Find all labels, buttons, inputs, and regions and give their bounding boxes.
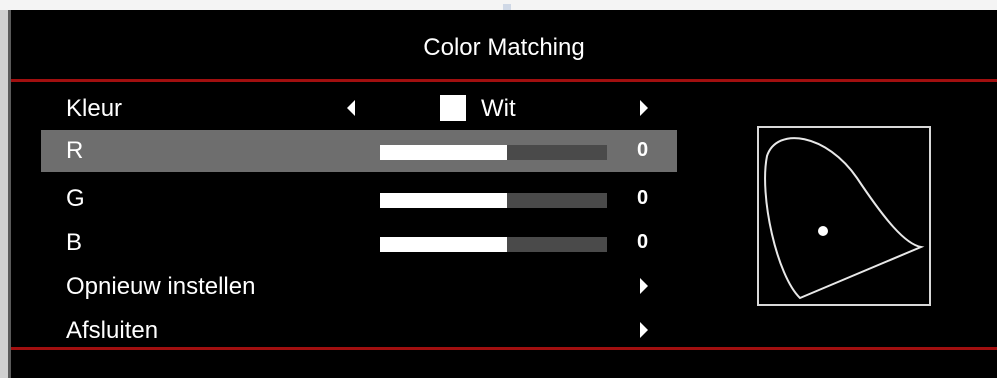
menu-title: Color Matching xyxy=(423,34,585,61)
white-point-dot xyxy=(818,226,828,236)
gamut-curve xyxy=(764,137,925,300)
gamut-frame xyxy=(757,126,931,306)
g-slider-fill xyxy=(380,193,508,208)
b-slider-fill xyxy=(380,237,508,252)
bottom-divider-line xyxy=(11,347,997,350)
title-divider-line xyxy=(11,79,997,82)
b-slider[interactable] xyxy=(380,237,607,252)
window-left-border xyxy=(0,10,8,378)
kleur-value: Wit xyxy=(481,95,516,122)
r-label: R xyxy=(66,137,84,164)
r-value: 0 xyxy=(637,139,649,161)
color-swatch xyxy=(440,95,466,121)
arrow-left-icon[interactable] xyxy=(347,100,355,116)
arrow-right-icon[interactable] xyxy=(640,278,648,294)
b-label: B xyxy=(66,229,83,256)
color-matching-panel: Color Matching Kleur Wit R 0 G 0 B 0 Opn… xyxy=(11,10,997,378)
b-value: 0 xyxy=(637,231,649,253)
r-slider-fill xyxy=(380,145,508,160)
r-slider[interactable] xyxy=(380,145,607,160)
arrow-right-icon[interactable] xyxy=(640,100,648,116)
g-label: G xyxy=(66,185,85,212)
menu-row-g[interactable]: G 0 xyxy=(41,178,677,220)
menu-row-exit[interactable]: Afsluiten xyxy=(41,310,677,352)
menu-row-b[interactable]: B 0 xyxy=(41,222,677,264)
color-gamut-diagram xyxy=(757,126,931,306)
window-top-border xyxy=(0,0,997,10)
menu-row-r[interactable]: R 0 xyxy=(41,130,677,172)
arrow-right-icon[interactable] xyxy=(640,322,648,338)
exit-label: Afsluiten xyxy=(66,317,159,344)
g-slider[interactable] xyxy=(380,193,607,208)
reset-label: Opnieuw instellen xyxy=(66,273,256,300)
menu-row-kleur[interactable]: Kleur Wit xyxy=(41,88,677,130)
kleur-label: Kleur xyxy=(66,95,123,122)
menu-row-reset[interactable]: Opnieuw instellen xyxy=(41,266,677,308)
g-value: 0 xyxy=(637,187,649,209)
